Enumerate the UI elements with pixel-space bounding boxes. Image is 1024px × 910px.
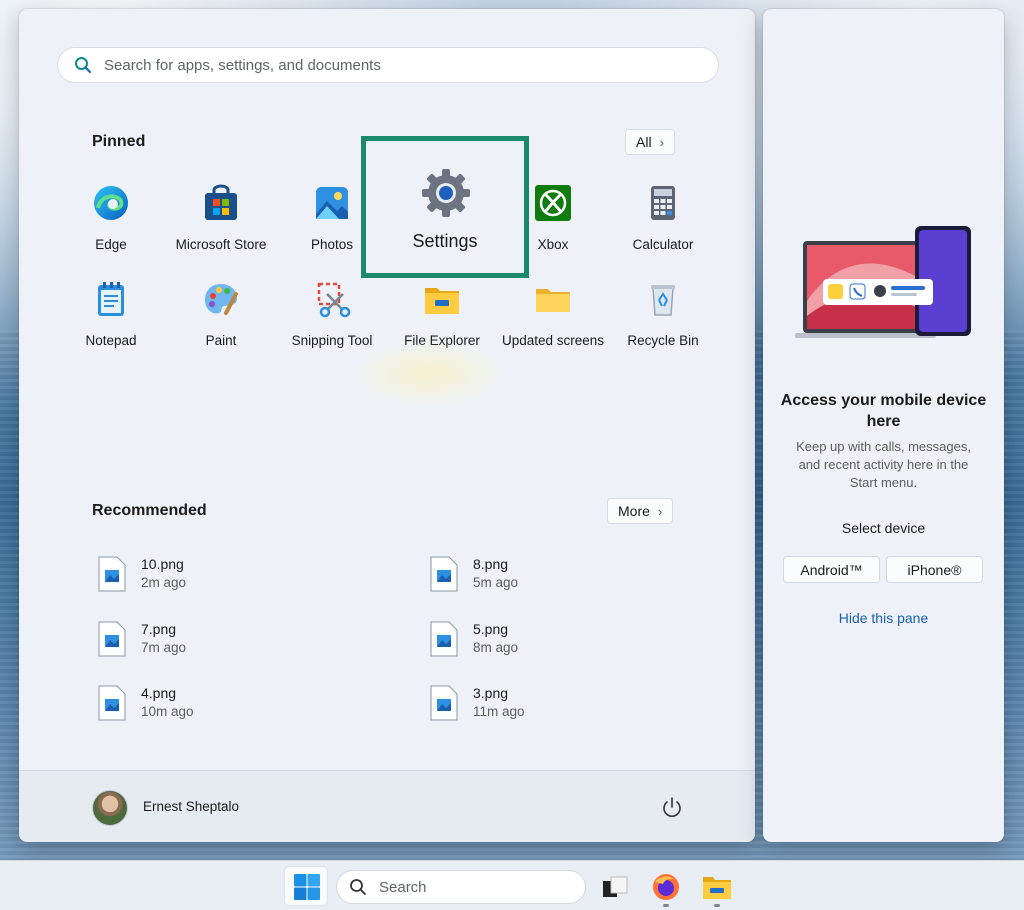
recommended-item[interactable]: 3.png 11m ago [429,683,729,731]
mobile-device-pane: Access your mobile device here Keep up w… [763,9,1004,842]
search-icon [75,57,92,74]
start-search-box[interactable] [57,47,719,83]
recommended-item[interactable]: 8.png 5m ago [429,554,729,602]
file-name: 3.png [473,685,509,701]
search-input[interactable] [104,56,664,74]
app-label: Updated screens [501,333,605,348]
app-label: Notepad [85,333,137,348]
file-name: 7.png [141,621,177,637]
chevron-right-icon: › [657,503,663,519]
avatar[interactable] [92,790,128,826]
image-file-icon [430,685,458,721]
recommended-item[interactable]: 5.png 8m ago [429,619,729,667]
pinned-heading: Pinned [92,133,146,150]
user-name[interactable]: Ernest Sheptalo [143,799,239,814]
scissors-icon [317,282,351,318]
file-time: 8m ago [473,640,519,655]
pinned-app-settings[interactable]: Settings [361,136,529,278]
chevron-right-icon: › [659,134,664,150]
recommended-item[interactable]: 7.png 7m ago [97,619,397,667]
android-button[interactable]: Android™ [783,556,880,583]
app-label: Microsoft Store [175,237,267,252]
more-label: More [618,503,650,519]
side-pane-title: Access your mobile device here [780,392,987,430]
image-file-icon [430,556,458,592]
recycle-bin-icon [651,285,675,316]
firefox-icon[interactable] [651,872,681,902]
pinned-app-store[interactable]: Microsoft Store [166,169,276,252]
side-pane-description: Keep up with calls, messages, and recent… [796,439,971,490]
photos-icon [316,187,348,219]
more-button[interactable]: More › [607,498,674,524]
pinned-app-calculator[interactable]: Calculator [608,169,718,252]
app-label: Edge [95,237,127,252]
app-label: Settings [412,231,478,251]
app-label: Paint [205,333,237,348]
phone-link-illustration [795,226,971,338]
app-label: Recycle Bin [627,333,699,348]
file-name: 10.png [141,556,184,572]
taskbar: Search [0,860,1024,910]
start-button[interactable] [284,866,328,906]
pinned-app-snipping-tool[interactable]: Snipping Tool [277,265,387,348]
store-icon [205,184,237,220]
decorative-glow [349,339,509,409]
folder-icon [536,289,570,312]
app-label: Calculator [632,237,694,252]
folder-icon [425,288,459,314]
pinned-app-recycle-bin[interactable]: Recycle Bin [608,265,718,348]
select-device-label: Select device [841,520,926,536]
search-icon [350,879,366,895]
recommended-item[interactable]: 10.png 2m ago [97,554,397,602]
file-time: 10m ago [141,704,194,719]
start-menu: Pinned All › Edge Microsoft Store Photos [19,9,755,842]
gear-icon [422,169,470,217]
power-icon[interactable] [659,795,685,821]
file-time: 7m ago [141,640,187,655]
running-indicator [714,904,720,907]
pinned-app-updated-screens[interactable]: Updated screens [498,265,608,348]
notepad-icon [98,282,124,316]
pinned-app-paint[interactable]: Paint [166,265,276,348]
recommended-heading: Recommended [92,502,207,519]
paint-icon [205,284,238,315]
all-apps-button[interactable]: All › [625,129,675,155]
windows-logo-icon [294,874,320,900]
task-view-icon[interactable] [600,872,630,902]
edge-icon [94,186,128,220]
hide-pane-link[interactable]: Hide this pane [763,610,1004,626]
folder-icon[interactable] [702,872,732,902]
image-file-icon [98,685,126,721]
iphone-button[interactable]: iPhone® [886,556,983,583]
file-time: 5m ago [473,575,519,590]
xbox-icon [535,185,571,221]
pinned-app-edge[interactable]: Edge [56,169,166,252]
file-time: 11m ago [473,704,525,719]
pinned-app-file-explorer[interactable]: File Explorer [387,265,497,348]
file-name: 4.png [141,685,177,701]
image-file-icon [98,556,126,592]
all-apps-label: All [636,134,652,150]
running-indicator [663,904,669,907]
image-file-icon [430,621,458,657]
taskbar-search[interactable]: Search [336,870,586,904]
file-name: 5.png [473,621,509,637]
pinned-app-notepad[interactable]: Notepad [56,265,166,348]
start-footer: Ernest Sheptalo [19,770,755,842]
taskbar-search-label: Search [379,878,427,896]
calculator-icon [651,186,675,220]
file-name: 8.png [473,556,509,572]
image-file-icon [98,621,126,657]
file-time: 2m ago [141,575,187,590]
recommended-item[interactable]: 4.png 10m ago [97,683,397,731]
